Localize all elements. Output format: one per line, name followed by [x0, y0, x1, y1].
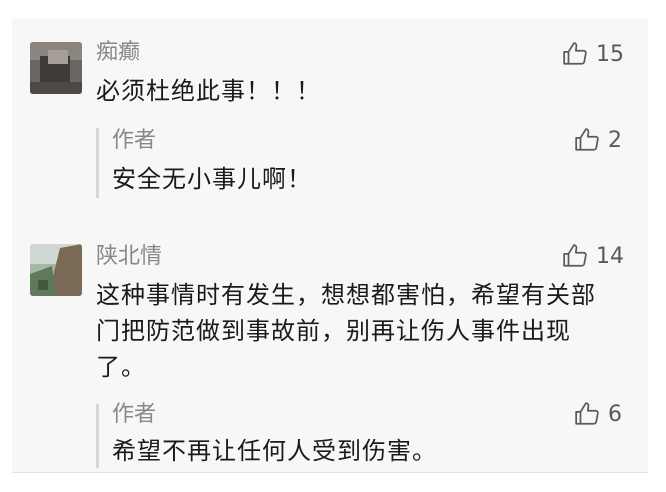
thumbs-up-icon — [574, 127, 600, 153]
comment-text-line: 了。 — [96, 353, 146, 381]
thumbs-up-icon — [562, 41, 588, 67]
thumbs-up-icon — [562, 243, 588, 269]
like-count: 15 — [596, 41, 624, 67]
comment-author[interactable]: 陕北情 — [96, 244, 162, 270]
reply-bar — [96, 128, 99, 198]
comment-text-line: 门把防范做到事故前，别再让伤人事件出现 — [96, 317, 571, 345]
like-button[interactable]: 15 — [562, 40, 624, 68]
thumbs-up-icon — [574, 401, 600, 427]
like-button[interactable]: 6 — [574, 400, 622, 428]
avatar[interactable] — [30, 42, 82, 94]
reply-author[interactable]: 作者 — [112, 402, 156, 428]
reply-text: 希望不再让任何人受到伤害。 — [112, 437, 437, 465]
like-button[interactable]: 14 — [562, 242, 624, 270]
avatar[interactable] — [30, 244, 82, 296]
like-count: 2 — [608, 127, 622, 153]
reply-author[interactable]: 作者 — [112, 128, 156, 154]
like-button[interactable]: 2 — [574, 126, 622, 154]
divider — [12, 472, 648, 473]
like-count: 6 — [608, 401, 622, 427]
reply-bar — [96, 404, 99, 468]
like-count: 14 — [596, 243, 624, 269]
comment-author[interactable]: 痴癫 — [96, 40, 140, 66]
comment-text: 必须杜绝此事！！！ — [96, 77, 321, 105]
comment-text-line: 这种事情时有发生，想想都害怕，希望有关部 — [96, 281, 596, 309]
reply-text: 安全无小事儿啊！ — [112, 165, 312, 193]
